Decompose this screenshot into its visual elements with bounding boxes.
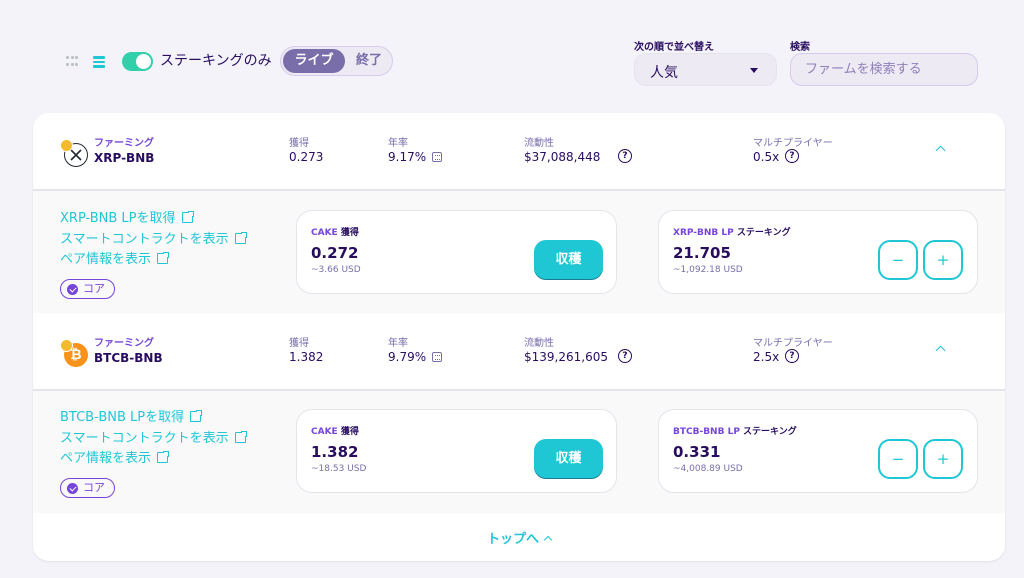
chevron-down-icon bbox=[750, 68, 758, 73]
core-badge: コア bbox=[60, 478, 115, 498]
farm-table: ファーミング XRP-BNB 獲得 0.273 年率 9.17% 流動性 $37… bbox=[33, 113, 1005, 561]
farm-tag: ファーミング bbox=[94, 138, 154, 149]
toggle-knob bbox=[136, 54, 151, 69]
harvest-box: CAKE 獲得 0.272 ~3.66 USD 収穫 bbox=[296, 210, 617, 294]
pair-info-link[interactable]: ペア情報を表示 bbox=[60, 248, 171, 267]
get-lp-link[interactable]: XRP-BNB LPを取得 bbox=[60, 207, 195, 226]
farm-row-xrp-bnb[interactable]: ファーミング XRP-BNB 獲得 0.273 年率 9.17% 流動性 $37… bbox=[33, 113, 1005, 191]
chevron-up-icon[interactable] bbox=[935, 145, 946, 156]
stake-button[interactable]: + bbox=[923, 240, 963, 280]
core-badge: コア bbox=[60, 279, 115, 299]
live-finished-switch: ライブ 終了 bbox=[280, 46, 393, 76]
earned-value: 0.273 bbox=[289, 150, 324, 164]
search-label: 検索 bbox=[790, 42, 810, 53]
btcb-bnb-token-icon: ₿ bbox=[60, 339, 88, 367]
harvest-value: 0.272 bbox=[311, 244, 359, 262]
apr-value: 9.17% bbox=[388, 150, 427, 164]
pair-info-link[interactable]: ペア情報を表示 bbox=[60, 447, 171, 466]
earned-label: 獲得 bbox=[289, 138, 309, 149]
search-input[interactable] bbox=[790, 53, 978, 86]
liquidity-help-icon[interactable]: ? bbox=[618, 149, 632, 163]
harvest-button[interactable]: 収穫 bbox=[534, 439, 603, 479]
farm-details-btcb-bnb: BTCB-BNB LPを取得 スマートコントラクトを表示 ペア情報を表示 コア … bbox=[33, 391, 1005, 513]
apr-value: 9.79% bbox=[388, 350, 427, 364]
harvest-usd: ~3.66 USD bbox=[311, 265, 361, 275]
stake-usd: ~1,092.18 USD bbox=[673, 265, 743, 275]
farm-row-btcb-bnb[interactable]: ₿ ファーミング BTCB-BNB 獲得 1.382 年率 9.79% 流動性 … bbox=[33, 313, 1005, 391]
bnb-icon bbox=[60, 139, 73, 152]
chevron-up-icon bbox=[543, 535, 553, 545]
bnb-icon bbox=[60, 339, 73, 352]
xrp-bnb-token-icon bbox=[60, 139, 88, 167]
liquidity-label: 流動性 bbox=[524, 338, 554, 349]
stake-usd: ~4,008.89 USD bbox=[673, 464, 743, 474]
unstake-button[interactable]: − bbox=[878, 240, 918, 280]
multiplier-label: マルチプライヤー bbox=[753, 338, 833, 349]
harvest-label: CAKE 獲得 bbox=[311, 427, 359, 437]
view-contract-link[interactable]: スマートコントラクトを表示 bbox=[60, 228, 248, 247]
farm-details-xrp-bnb: XRP-BNB LPを取得 スマートコントラクトを表示 ペア情報を表示 コア C… bbox=[33, 191, 1005, 313]
multiplier-label: マルチプライヤー bbox=[753, 138, 833, 149]
stake-label: XRP-BNB LP ステーキング bbox=[673, 228, 791, 238]
list-view-icon[interactable] bbox=[93, 56, 107, 68]
external-link-icon bbox=[234, 430, 248, 443]
stake-label: BTCB-BNB LP ステーキング bbox=[673, 427, 797, 437]
liquidity-help-icon[interactable]: ? bbox=[618, 349, 632, 363]
calculator-icon[interactable] bbox=[432, 152, 443, 162]
scroll-to-top-link[interactable]: トップへ bbox=[33, 528, 1005, 547]
stake-value: 0.331 bbox=[673, 443, 721, 461]
check-icon bbox=[67, 482, 78, 494]
stake-button[interactable]: + bbox=[923, 439, 963, 479]
harvest-value: 1.382 bbox=[311, 443, 359, 461]
staked-only-label: ステーキングのみ bbox=[160, 53, 272, 69]
stake-box: XRP-BNB LP ステーキング 21.705 ~1,092.18 USD −… bbox=[658, 210, 978, 294]
view-contract-link[interactable]: スマートコントラクトを表示 bbox=[60, 427, 248, 446]
farm-tag: ファーミング bbox=[94, 338, 154, 349]
sort-value: 人気 bbox=[650, 65, 678, 81]
multiplier-help-icon[interactable]: ? bbox=[785, 149, 799, 163]
get-lp-link[interactable]: BTCB-BNB LPを取得 bbox=[60, 406, 204, 425]
harvest-box: CAKE 獲得 1.382 ~18.53 USD 収穫 bbox=[296, 409, 617, 493]
multiplier-value: 2.5x bbox=[753, 350, 780, 364]
tab-finished[interactable]: 終了 bbox=[347, 49, 391, 73]
farm-name: XRP-BNB bbox=[94, 151, 155, 165]
stake-value: 21.705 bbox=[673, 244, 731, 262]
staked-only-toggle[interactable] bbox=[122, 52, 153, 71]
external-link-icon bbox=[190, 409, 204, 422]
calculator-icon[interactable] bbox=[432, 352, 443, 362]
liquidity-label: 流動性 bbox=[524, 138, 554, 149]
unstake-button[interactable]: − bbox=[878, 439, 918, 479]
earned-value: 1.382 bbox=[289, 350, 324, 364]
harvest-label: CAKE 獲得 bbox=[311, 228, 359, 238]
liquidity-value: $37,088,448 bbox=[524, 150, 601, 164]
harvest-button[interactable]: 収穫 bbox=[534, 240, 603, 280]
sort-select[interactable]: 人気 bbox=[634, 53, 777, 86]
chevron-up-icon[interactable] bbox=[935, 345, 946, 356]
apr-label: 年率 bbox=[388, 138, 408, 149]
grid-view-icon[interactable] bbox=[66, 56, 80, 68]
earned-label: 獲得 bbox=[289, 338, 309, 349]
harvest-usd: ~18.53 USD bbox=[311, 464, 367, 474]
farm-name: BTCB-BNB bbox=[94, 351, 163, 365]
external-link-icon bbox=[234, 231, 248, 244]
apr-label: 年率 bbox=[388, 338, 408, 349]
external-link-icon bbox=[157, 450, 171, 463]
external-link-icon bbox=[181, 210, 195, 223]
sort-label: 次の順で並べ替え bbox=[634, 42, 714, 53]
tab-live[interactable]: ライブ bbox=[283, 49, 345, 73]
liquidity-value: $139,261,605 bbox=[524, 350, 608, 364]
check-icon bbox=[67, 283, 78, 295]
multiplier-value: 0.5x bbox=[753, 150, 780, 164]
multiplier-help-icon[interactable]: ? bbox=[785, 349, 799, 363]
external-link-icon bbox=[157, 251, 171, 264]
stake-box: BTCB-BNB LP ステーキング 0.331 ~4,008.89 USD −… bbox=[658, 409, 978, 493]
